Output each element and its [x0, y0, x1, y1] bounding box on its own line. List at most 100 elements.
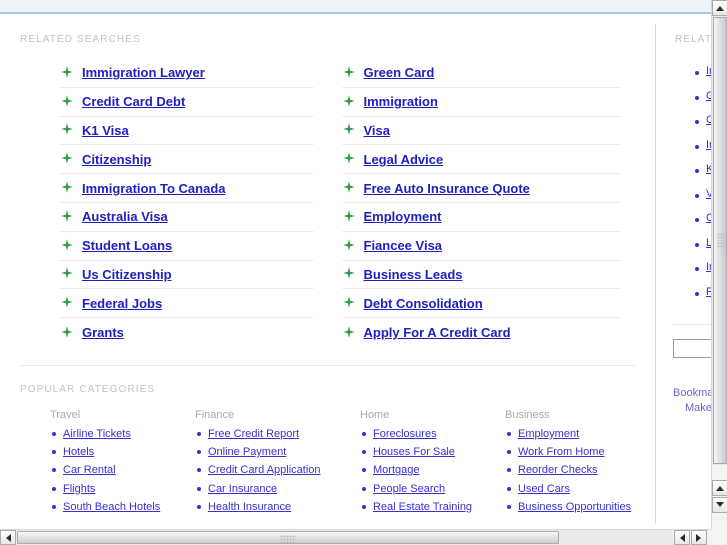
related-search-row[interactable]: Employment [341, 203, 621, 232]
related-search-row[interactable]: Us Citizenship [60, 261, 314, 290]
scroll-down-button[interactable] [712, 497, 727, 513]
category-list-item[interactable]: Mortgage [360, 462, 505, 478]
related-search-link[interactable]: Credit Card Debt [82, 94, 185, 109]
related-search-row[interactable]: K1 Visa [60, 117, 314, 146]
category-link[interactable]: Free Credit Report [208, 426, 299, 442]
scroll-up-button[interactable] [712, 0, 727, 16]
related-search-row[interactable]: Credit Card Debt [60, 88, 314, 117]
category-link[interactable]: People Search [373, 481, 445, 497]
category-list-item[interactable]: People Search [360, 481, 505, 497]
vertical-scrollbar-thumb[interactable] [713, 17, 727, 464]
category-link[interactable]: Used Cars [518, 481, 570, 497]
related-search-row[interactable]: Fiancee Visa [341, 232, 621, 261]
category-link[interactable]: Airline Tickets [63, 426, 131, 442]
related-search-row[interactable]: Immigration To Canada [60, 174, 314, 203]
related-search-row[interactable]: Immigration [341, 88, 621, 117]
category-list-item[interactable]: Airline Tickets [50, 426, 195, 442]
sidebar-list-item[interactable]: Legal Advice [693, 237, 711, 262]
related-search-row[interactable]: Federal Jobs [60, 289, 314, 319]
related-search-row[interactable]: Grants [60, 318, 314, 347]
category-list-item[interactable]: Credit Card Application [195, 462, 360, 478]
category-link[interactable]: Car Insurance [208, 481, 277, 497]
related-search-link[interactable]: Business Leads [364, 267, 463, 282]
category-link[interactable]: Reorder Checks [518, 462, 597, 478]
category-list-item[interactable]: Work From Home [505, 444, 675, 460]
category-link[interactable]: Houses For Sale [373, 444, 455, 460]
scroll-left-button-right[interactable] [674, 530, 690, 545]
category-list-item[interactable]: South Beach Hotels [50, 499, 195, 515]
category-link[interactable]: South Beach Hotels [63, 499, 160, 515]
category-link[interactable]: Work From Home [518, 444, 605, 460]
sidebar-list-item[interactable]: Visa [693, 188, 711, 213]
category-link[interactable]: Business Opportunities [518, 499, 631, 515]
related-search-row[interactable]: Legal Advice [341, 145, 621, 175]
scroll-right-button[interactable] [691, 530, 707, 545]
category-list-item[interactable]: Houses For Sale [360, 444, 505, 460]
related-search-link[interactable]: Student Loans [82, 238, 172, 253]
category-list-item[interactable]: Real Estate Training [360, 499, 505, 515]
category-list-item[interactable]: Free Credit Report [195, 426, 360, 442]
category-link[interactable]: Credit Card Application [208, 462, 321, 478]
related-search-link[interactable]: Fiancee Visa [364, 238, 443, 253]
category-list-item[interactable]: Health Insurance [195, 499, 360, 515]
sidebar-list-item[interactable]: Citizenship [693, 212, 711, 237]
category-link[interactable]: Car Rental [63, 462, 116, 478]
sidebar-list-item[interactable]: Free Auto Insurance Quote [693, 286, 711, 311]
related-search-row[interactable]: Student Loans [60, 232, 314, 261]
related-search-link[interactable]: Australia Visa [82, 209, 168, 224]
scroll-left-button[interactable] [0, 530, 16, 545]
scroll-up-button-lower[interactable] [712, 480, 727, 496]
related-search-link[interactable]: Employment [364, 209, 442, 224]
category-link[interactable]: Foreclosures [373, 426, 437, 442]
related-search-link[interactable]: Federal Jobs [82, 296, 162, 311]
related-search-link[interactable]: K1 Visa [82, 123, 129, 138]
related-search-link[interactable]: Visa [364, 123, 391, 138]
related-search-link[interactable]: Green Card [364, 65, 435, 80]
category-link[interactable]: Employment [518, 426, 579, 442]
related-search-link[interactable]: Citizenship [82, 152, 151, 167]
category-link[interactable]: Flights [63, 481, 95, 497]
related-search-row[interactable]: Business Leads [341, 261, 621, 290]
related-search-row[interactable]: Australia Visa [60, 203, 314, 232]
bookmark-link[interactable]: Bookmark [673, 387, 711, 399]
sidebar-list-item[interactable]: K1 Visa [693, 163, 711, 188]
category-list-item[interactable]: Foreclosures [360, 426, 505, 442]
category-link[interactable]: Hotels [63, 444, 94, 460]
category-list-item[interactable]: Car Rental [50, 462, 195, 478]
category-list-item[interactable]: Reorder Checks [505, 462, 675, 478]
sidebar-list-item[interactable]: Credit Card Debt [693, 114, 711, 139]
category-list-item[interactable]: Flights [50, 481, 195, 497]
related-search-link[interactable]: Immigration [364, 94, 438, 109]
related-search-link[interactable]: Grants [82, 325, 124, 340]
related-search-row[interactable]: Citizenship [60, 145, 314, 175]
category-link[interactable]: Health Insurance [208, 499, 291, 515]
sidebar-list-item[interactable]: Immigration Lawyer [693, 65, 711, 90]
related-search-link[interactable]: Legal Advice [364, 152, 444, 167]
related-search-row[interactable]: Debt Consolidation [341, 289, 621, 319]
related-search-row[interactable]: Immigration Lawyer [60, 59, 314, 88]
related-search-link[interactable]: Us Citizenship [82, 267, 172, 282]
related-search-link[interactable]: Apply For A Credit Card [364, 325, 511, 340]
sidebar-search-input[interactable] [673, 339, 711, 358]
related-search-row[interactable]: Apply For A Credit Card [342, 318, 622, 347]
category-list-item[interactable]: Car Insurance [195, 481, 360, 497]
related-search-link[interactable]: Debt Consolidation [364, 296, 483, 311]
category-link[interactable]: Mortgage [373, 462, 419, 478]
category-list-item[interactable]: Hotels [50, 444, 195, 460]
category-list-item[interactable]: Business Opportunities [505, 499, 675, 515]
related-search-link[interactable]: Free Auto Insurance Quote [364, 181, 530, 196]
sidebar-list-item[interactable]: Immigration To Canada [693, 261, 711, 286]
category-link[interactable]: Real Estate Training [373, 499, 472, 515]
make-homepage-link[interactable]: Make this [673, 401, 711, 416]
sidebar-list-item[interactable]: Immigration [693, 139, 711, 164]
related-search-row[interactable]: Free Auto Insurance Quote [341, 174, 621, 203]
related-search-row[interactable]: Green Card [341, 59, 621, 88]
sidebar-list-item[interactable]: Green Card [693, 90, 711, 115]
related-search-link[interactable]: Immigration To Canada [82, 181, 226, 196]
horizontal-scrollbar[interactable] [0, 529, 711, 545]
category-list-item[interactable]: Online Payment [195, 444, 360, 460]
category-list-item[interactable]: Used Cars [505, 481, 675, 497]
related-search-row[interactable]: Visa [341, 117, 621, 146]
category-list-item[interactable]: Employment [505, 426, 675, 442]
vertical-scrollbar[interactable] [711, 0, 727, 529]
